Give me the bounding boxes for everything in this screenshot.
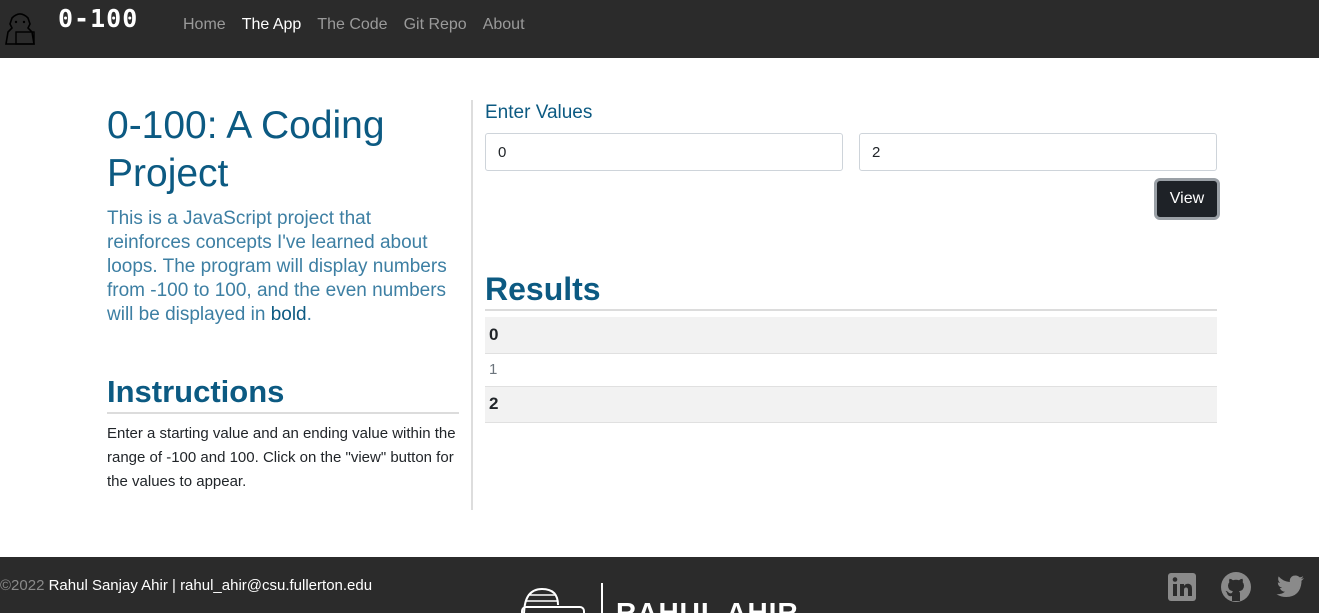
footer-credits: ©2022 Rahul Sanjay Ahir | rahul_ahir@csu…: [0, 577, 372, 594]
intro-lead: This is a JavaScript project that reinfo…: [107, 207, 459, 327]
page-title: 0-100: A Coding Project: [107, 104, 385, 195]
footer-logo-name: RAHUL AHIR: [616, 597, 799, 613]
linkedin-icon[interactable]: [1166, 571, 1198, 603]
brand-title[interactable]: 0-100: [58, 4, 138, 33]
footer-logo[interactable]: RAHUL AHIR: [518, 581, 808, 613]
view-button[interactable]: View: [1154, 178, 1220, 220]
result-cell: 1: [485, 353, 1217, 387]
intro-lead-bold: bold: [270, 304, 307, 325]
avatar-logo-icon: [521, 583, 603, 613]
gorilla-logo-icon[interactable]: [2, 10, 38, 46]
author-text: Rahul Sanjay Ahir | rahul_ahir@csu.fulle…: [48, 577, 373, 594]
intro-section: 0-100: A Coding Project This is a JavaSc…: [107, 102, 459, 327]
github-icon[interactable]: [1220, 571, 1252, 603]
start-value-input[interactable]: [485, 133, 843, 171]
instructions-title: Instructions: [107, 374, 459, 414]
nav-link-git-repo[interactable]: Git Repo: [404, 16, 467, 34]
results-table: 0 1 2: [485, 317, 1217, 423]
result-cell: 2: [485, 386, 1217, 423]
results-title: Results: [485, 271, 1217, 311]
copyright-text: ©2022: [0, 577, 45, 594]
instructions-text: Enter a starting value and an ending val…: [107, 425, 456, 490]
result-cell: 0: [485, 317, 1217, 354]
intro-lead-end: .: [306, 304, 312, 325]
nav-links: Home The App The Code Git Repo About: [183, 16, 541, 34]
navbar: 0-100 Home The App The Code Git Repo Abo…: [0, 0, 1319, 58]
column-divider: [471, 100, 473, 510]
table-row: 1: [485, 353, 1217, 387]
table-row: 2: [485, 386, 1217, 423]
nav-link-home[interactable]: Home: [183, 16, 226, 34]
twitter-icon[interactable]: [1274, 571, 1306, 603]
nav-link-about[interactable]: About: [483, 16, 525, 34]
nav-link-the-app[interactable]: The App: [242, 16, 302, 34]
footer: ©2022 Rahul Sanjay Ahir | rahul_ahir@csu…: [0, 557, 1319, 613]
table-row: 0: [485, 317, 1217, 354]
enter-values-title: Enter Values: [485, 102, 593, 123]
nav-link-the-code[interactable]: The Code: [317, 16, 387, 34]
end-value-input[interactable]: [859, 133, 1217, 171]
